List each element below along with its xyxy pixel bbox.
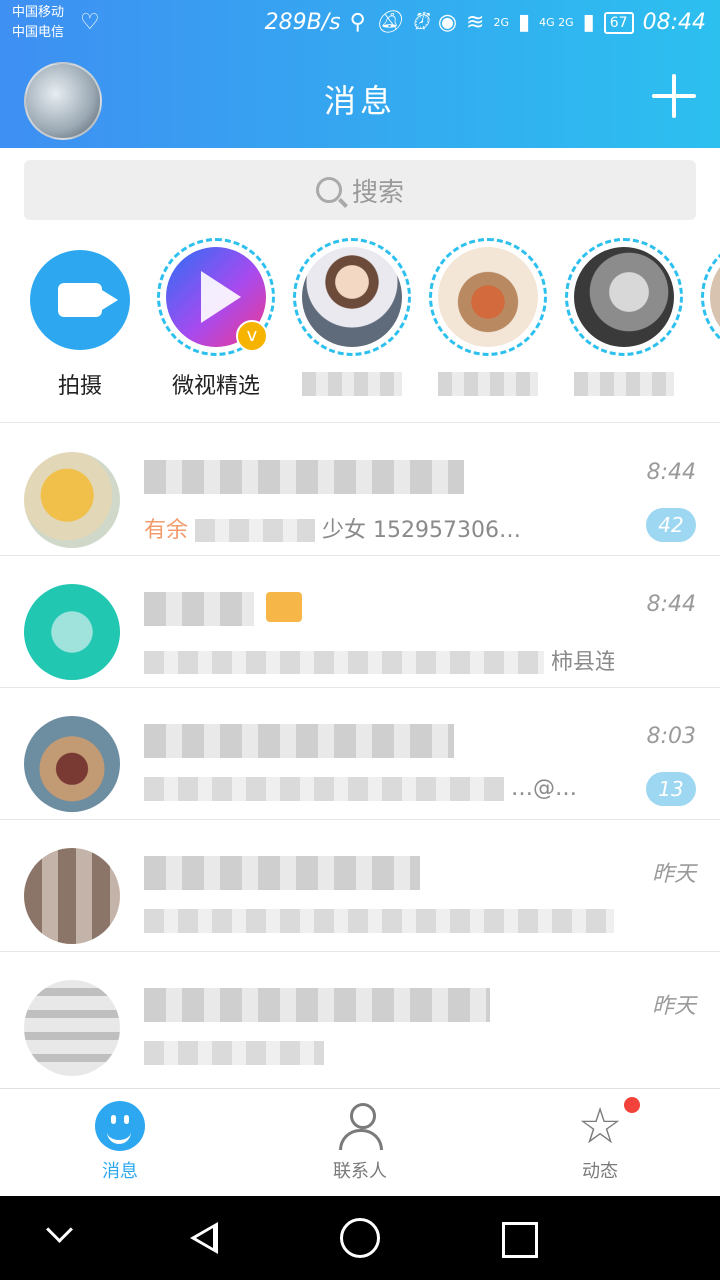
clock: 08:44 <box>642 10 706 35</box>
tab-contacts[interactable]: 联系人 <box>240 1101 480 1183</box>
alarm-icon: ⏰︎ <box>411 10 429 35</box>
app-header: 消息 <box>0 48 720 148</box>
story-label: 拍摄 <box>57 374 102 399</box>
chat-title-blurred <box>144 460 464 494</box>
story-avatar <box>438 247 538 347</box>
tab-label: 联系人 <box>333 1161 387 1182</box>
signal-2-icon: ▮ <box>582 10 595 35</box>
signal-1-label: 2G <box>493 16 509 29</box>
chat-avatar <box>24 452 120 548</box>
chevron-down-icon[interactable] <box>44 1214 84 1254</box>
home-icon[interactable] <box>340 1218 380 1258</box>
chat-bubble-icon <box>95 1101 145 1151</box>
story-weishi[interactable]: v 微视精选 <box>152 238 280 399</box>
chat-time: 昨天 <box>651 994 696 1019</box>
chat-title-blurred <box>144 592 254 626</box>
story-avatar <box>710 247 720 347</box>
unread-badge: 13 <box>646 772 696 806</box>
story-label: 微视精选 <box>171 374 260 399</box>
story-ring <box>701 238 720 356</box>
heart-rate-icon: ♡ <box>80 10 100 35</box>
search-bar[interactable]: 搜索 <box>24 160 696 220</box>
system-nav-bar <box>0 1196 720 1280</box>
eye-icon: ◉ <box>437 10 458 35</box>
star-icon: ☆ <box>577 1097 623 1155</box>
status-icons: 289B/s ⚲ 🔕︎ ⏰︎ ◉ ≋ 2G ▮ 4G 2G ▮ 67 08:44 <box>265 10 706 35</box>
chat-time: 8:44 <box>646 592 696 617</box>
story-ring <box>565 238 683 356</box>
tab-label: 消息 <box>102 1161 138 1182</box>
status-bar: 中国移动 中国电信 ♡ 289B/s ⚲ 🔕︎ ⏰︎ ◉ ≋ 2G ▮ 4G 2… <box>0 0 720 48</box>
chat-avatar <box>24 584 120 680</box>
chat-title-blurred <box>144 724 454 758</box>
chat-avatar <box>24 980 120 1076</box>
preview-text: 少女 152957306… <box>322 518 521 542</box>
chat-time: 昨天 <box>651 862 696 887</box>
preview-text: …@… <box>511 776 577 801</box>
chat-avatar <box>24 848 120 944</box>
back-icon[interactable] <box>184 1218 224 1258</box>
chat-item[interactable]: …@… 8:03 13 <box>0 688 720 820</box>
carrier-info: 中国移动 中国电信 <box>12 3 64 43</box>
battery-indicator: 67 <box>603 11 634 34</box>
recent-apps-icon[interactable] <box>502 1222 538 1258</box>
chat-time: 8:44 <box>646 460 696 485</box>
tab-messages[interactable]: 消息 <box>0 1101 240 1183</box>
stories-row: 拍摄 v 微视精选 <box>0 238 720 418</box>
story-user[interactable] <box>560 238 688 400</box>
story-user[interactable] <box>424 238 552 400</box>
story-label-blurred <box>302 372 402 396</box>
chat-preview <box>144 908 614 938</box>
search-icon <box>315 177 342 203</box>
chat-item[interactable]: 柿县连… 8:44 <box>0 556 720 688</box>
signal-1-icon: ▮ <box>518 10 531 35</box>
story-avatar <box>574 247 674 347</box>
network-speed: 289B/s <box>264 10 341 35</box>
search-placeholder: 搜索 <box>351 177 404 208</box>
chat-preview <box>144 1040 614 1070</box>
preview-text: 柿县连… <box>551 650 614 674</box>
story-label-blurred <box>438 372 538 396</box>
verified-badge-icon: v <box>236 320 268 352</box>
tab-moments[interactable]: ☆ 动态 <box>480 1101 720 1183</box>
story-avatar <box>302 247 402 347</box>
wifi-icon: ≋ <box>466 10 485 35</box>
tab-label: 动态 <box>582 1161 618 1182</box>
chat-title-blurred <box>144 856 420 890</box>
mute-icon: 🔕︎ <box>374 10 403 35</box>
chat-avatar <box>24 716 120 812</box>
story-user[interactable] <box>288 238 416 400</box>
preview-highlight: 有余 <box>144 518 189 542</box>
story-ring <box>293 238 411 356</box>
chat-title-blurred <box>144 988 490 1022</box>
crown-icon <box>266 592 302 622</box>
location-icon: ⚲ <box>349 10 366 35</box>
carrier-2: 中国电信 <box>12 25 65 40</box>
chat-item[interactable]: 昨天 <box>0 820 720 952</box>
signal-2-label: 4G 2G <box>539 16 574 29</box>
chat-item[interactable]: 有余 少女 152957306… 8:44 42 <box>0 424 720 556</box>
plus-icon[interactable] <box>652 74 696 118</box>
story-user[interactable] <box>696 238 720 356</box>
divider <box>0 422 720 423</box>
page-title: 消息 <box>323 82 396 120</box>
person-icon <box>335 1101 385 1151</box>
notification-dot <box>622 1095 642 1115</box>
chat-preview: 柿县连… <box>144 644 614 674</box>
chat-time: 8:03 <box>646 724 696 749</box>
story-camera[interactable]: 拍摄 <box>16 238 144 399</box>
unread-badge: 42 <box>646 508 696 542</box>
chat-preview: 有余 少女 152957306… <box>144 512 614 542</box>
chat-item[interactable]: 昨天 <box>0 952 720 1084</box>
chat-preview: …@… <box>144 776 614 806</box>
carrier-1: 中国移动 <box>12 5 65 20</box>
video-camera-icon <box>30 250 130 350</box>
story-ring <box>429 238 547 356</box>
story-label-blurred <box>574 372 674 396</box>
bottom-nav: 消息 联系人 ☆ 动态 <box>0 1088 720 1197</box>
